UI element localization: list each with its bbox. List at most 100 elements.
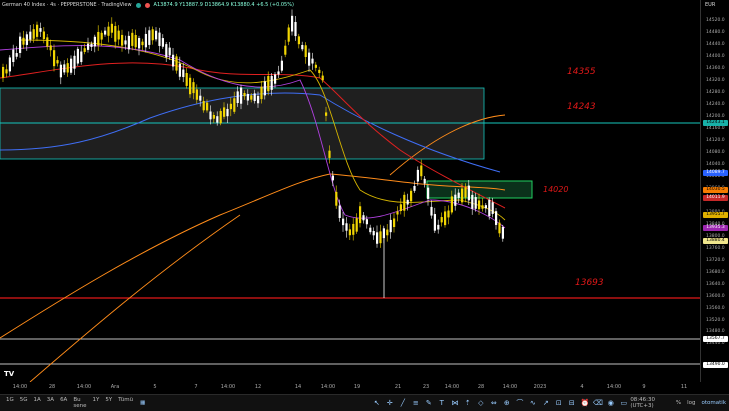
candle[interactable] <box>488 199 491 217</box>
candle[interactable] <box>335 191 338 206</box>
candle[interactable] <box>416 169 419 182</box>
candle[interactable] <box>379 231 382 244</box>
candle[interactable] <box>355 218 358 232</box>
candle[interactable] <box>331 175 334 181</box>
candle[interactable] <box>301 44 304 50</box>
wave-icon[interactable]: ∿ <box>528 399 537 408</box>
hide-icon[interactable]: ◉ <box>606 399 615 408</box>
forecast-icon[interactable]: ⇡ <box>463 399 472 408</box>
candle[interactable] <box>253 93 256 102</box>
candle[interactable] <box>270 75 273 90</box>
candle[interactable] <box>63 64 66 73</box>
candle[interactable] <box>121 34 124 46</box>
candle[interactable] <box>59 64 62 78</box>
trendline-icon[interactable]: ╱ <box>398 399 407 408</box>
candle[interactable] <box>192 82 195 94</box>
price-chart[interactable] <box>0 0 700 383</box>
candle[interactable] <box>199 95 202 101</box>
candle[interactable] <box>168 47 171 56</box>
candle[interactable] <box>447 210 450 218</box>
candle[interactable] <box>284 45 287 55</box>
price-badge[interactable]: 13567.7 <box>703 336 728 342</box>
candle[interactable] <box>195 89 198 100</box>
price-badge[interactable]: 13880.4 <box>703 238 728 244</box>
chart-canvas[interactable]: German 40 Index · 4s · PEPPERSTONE · Tra… <box>0 0 700 383</box>
candle[interactable] <box>467 185 470 201</box>
timeframe-button[interactable]: Bu sene <box>70 397 89 409</box>
annotation-13693[interactable]: 13693 <box>575 278 604 288</box>
price-badge[interactable]: 13490.0 <box>703 362 728 368</box>
timeframe-button[interactable]: 1A <box>31 397 44 409</box>
candle[interactable] <box>219 110 222 124</box>
candle[interactable] <box>376 232 379 244</box>
candle[interactable] <box>413 185 416 191</box>
candle[interactable] <box>46 37 49 47</box>
candle[interactable] <box>365 219 368 225</box>
candle[interactable] <box>314 64 317 68</box>
fib-icon[interactable]: ≡ <box>411 399 420 408</box>
candle[interactable] <box>352 223 355 235</box>
log-toggle[interactable]: log <box>687 400 695 406</box>
candle[interactable] <box>138 38 141 49</box>
candle[interactable] <box>444 211 447 226</box>
candle[interactable] <box>223 107 226 117</box>
timeframe-button[interactable]: 1G <box>3 397 17 409</box>
annotation-14355[interactable]: 14355 <box>567 67 596 77</box>
candle[interactable] <box>233 98 236 112</box>
candle[interactable] <box>478 200 481 210</box>
candle[interactable] <box>216 116 219 123</box>
candle[interactable] <box>131 32 134 46</box>
candle[interactable] <box>185 73 188 86</box>
candle[interactable] <box>39 28 42 32</box>
candle[interactable] <box>209 111 212 120</box>
candle[interactable] <box>93 36 96 47</box>
candle[interactable] <box>342 218 345 226</box>
candle[interactable] <box>348 229 351 236</box>
candle[interactable] <box>175 56 178 71</box>
crosshair-icon[interactable]: ✛ <box>385 399 394 408</box>
timeframe-button[interactable]: Tümü <box>115 397 136 409</box>
candle[interactable] <box>291 15 294 32</box>
candle[interactable] <box>461 188 464 203</box>
price-badge[interactable]: 14243.1 <box>703 120 728 126</box>
zoom-icon[interactable]: ⊕ <box>502 399 511 408</box>
candle[interactable] <box>318 69 321 74</box>
candle[interactable] <box>104 30 107 35</box>
timeframe-button[interactable]: 5G <box>17 397 31 409</box>
candle[interactable] <box>22 37 25 45</box>
candle[interactable] <box>280 60 283 71</box>
candle[interactable] <box>240 87 243 104</box>
candle[interactable] <box>410 190 413 202</box>
candle[interactable] <box>369 227 372 233</box>
candle[interactable] <box>501 227 504 239</box>
timeframe-button[interactable]: 5Y <box>102 397 115 409</box>
candle[interactable] <box>491 202 494 214</box>
candle[interactable] <box>178 63 181 77</box>
measure-icon[interactable]: ⇔ <box>489 399 498 408</box>
candle[interactable] <box>484 205 487 209</box>
candle[interactable] <box>481 205 484 209</box>
candle[interactable] <box>76 48 79 64</box>
candle[interactable] <box>399 204 402 211</box>
candle[interactable] <box>294 21 297 37</box>
candle[interactable] <box>263 81 266 96</box>
candle[interactable] <box>25 34 28 45</box>
candle[interactable] <box>15 53 18 57</box>
auto-scale-toggle[interactable]: otomatik <box>702 400 726 406</box>
settings-icon[interactable]: ▭ <box>619 399 628 408</box>
candle[interactable] <box>430 206 433 216</box>
candle[interactable] <box>107 26 110 36</box>
candle[interactable] <box>127 35 130 50</box>
candle[interactable] <box>53 50 56 67</box>
tradingview-logo-icon[interactable]: TV <box>4 370 14 378</box>
candle[interactable] <box>19 36 22 53</box>
candle[interactable] <box>29 31 32 40</box>
candle[interactable] <box>117 30 120 40</box>
candle[interactable] <box>495 211 498 225</box>
percent-toggle[interactable]: % <box>676 400 681 406</box>
price-badge[interactable]: 14030.5 <box>703 187 728 193</box>
pattern-icon[interactable]: ⋈ <box>450 399 459 408</box>
candle[interactable] <box>56 60 59 64</box>
candle[interactable] <box>206 102 209 111</box>
candle[interactable] <box>386 229 389 236</box>
